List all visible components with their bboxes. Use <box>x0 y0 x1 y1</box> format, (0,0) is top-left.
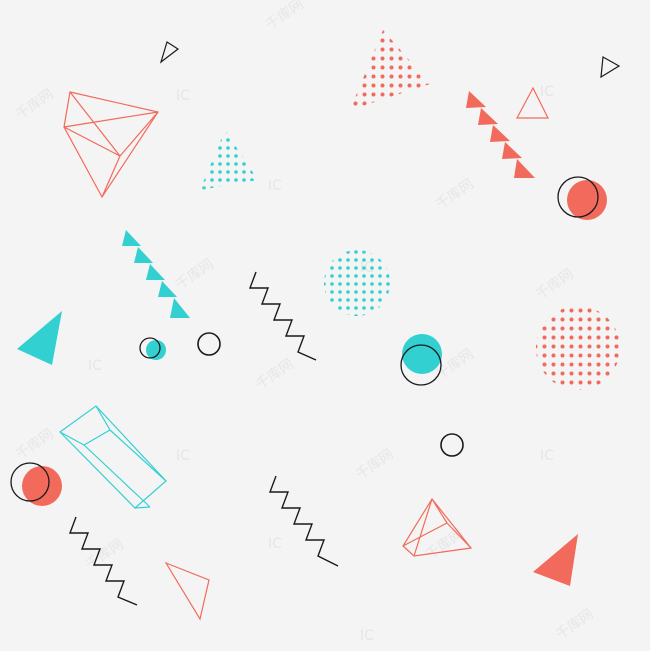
geometric-pattern-canvas: 千库网 千库网 千库网 千库网 千库网 千库网 千库网 千库网 千库网 千库网 … <box>0 0 650 651</box>
cyan-wireframe-prism <box>59 405 167 509</box>
cyan-filled-circle <box>402 334 442 374</box>
watermark-logo: IC <box>176 448 190 464</box>
black-outline-circle <box>440 433 464 457</box>
watermark-text: 千库网 <box>433 176 477 213</box>
watermark-logo: IC <box>540 84 554 100</box>
coral-filled-triangle <box>533 534 578 586</box>
coral-dotted-triangle <box>350 30 430 110</box>
watermark-text: 千库网 <box>13 426 57 463</box>
watermark-logo: IC <box>540 448 554 464</box>
watermark-text: 千库网 <box>173 256 217 293</box>
watermark-logo: IC <box>360 628 374 644</box>
cyan-dotted-triangle <box>200 130 258 190</box>
black-zigzag <box>248 271 317 361</box>
watermark-text: 千库网 <box>553 606 597 643</box>
coral-filled-circle <box>567 180 607 220</box>
watermark-layer: 千库网 千库网 千库网 千库网 千库网 千库网 千库网 千库网 千库网 千库网 … <box>13 0 597 644</box>
coral-wireframe-pyramid <box>63 91 159 199</box>
black-outline-triangle <box>159 41 180 64</box>
watermark-logo: IC <box>176 88 190 104</box>
watermark-logo: IC <box>268 536 282 552</box>
cyan-filled-circle <box>146 340 166 360</box>
cyan-dotted-circle <box>324 250 390 316</box>
cyan-filled-triangle <box>17 311 62 365</box>
watermark-logo: IC <box>88 358 102 374</box>
watermark-text: 千库网 <box>533 266 577 303</box>
coral-filled-circle <box>22 466 62 506</box>
coral-dotted-circle <box>536 306 620 390</box>
watermark-logo: IC <box>268 178 282 194</box>
watermark-text: 千库网 <box>253 356 297 393</box>
black-outline-triangle <box>600 56 621 79</box>
watermark-text: 千库网 <box>13 86 57 123</box>
black-outline-circle <box>197 332 221 356</box>
coral-outline-triangle <box>164 561 210 621</box>
watermark-text: 千库网 <box>263 0 307 33</box>
watermark-text: 千库网 <box>353 446 397 483</box>
watermark-text: 千库网 <box>83 536 127 573</box>
pattern-svg: 千库网 千库网 千库网 千库网 千库网 千库网 千库网 千库网 千库网 千库网 … <box>10 0 621 644</box>
black-zigzag <box>268 475 339 567</box>
cyan-triangle-chain <box>122 230 190 318</box>
